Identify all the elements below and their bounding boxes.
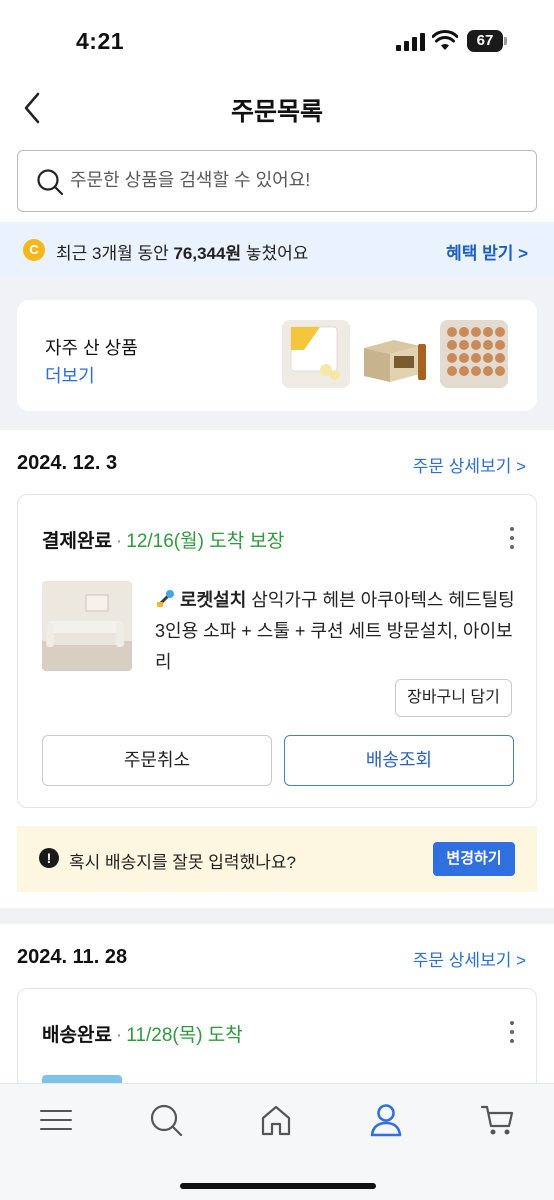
battery-level: 67 (467, 30, 503, 52)
order-status-line: 배송완료 · 11/28(목) 도착 (42, 1025, 243, 1046)
menu-icon[interactable] (38, 1102, 74, 1138)
order-status-line: 결제완료 · 12/16(월) 도착 보장 (42, 531, 285, 552)
status-bar: 4:21 67 (0, 0, 554, 80)
order-card: 결제완료 · 12/16(월) 도착 보장 로켓설치 삼익가구 헤븐 아쿠아텍스 헤… (17, 494, 537, 808)
product-name[interactable]: 로켓설치 삼익가구 헤븐 아쿠아텍스 헤드틸팅 3인용 소파 + 스툴 + 쿠션… (155, 585, 515, 678)
home-icon[interactable] (258, 1102, 294, 1138)
section-divider (0, 908, 554, 924)
order-date: 2024. 11. 28 (17, 946, 128, 968)
savings-text: 최근 3개월 동안 76,344원 놓쳤어요 (56, 239, 308, 264)
frequent-product-thumb[interactable] (282, 320, 350, 388)
order-detail-link[interactable]: 주문 상세보기 > (413, 946, 526, 971)
savings-banner[interactable]: C 최근 3개월 동안 76,344원 놓쳤어요 혜택 받기 > (0, 222, 554, 278)
frequent-title: 자주 산 상품 (45, 338, 138, 358)
status-time: 4:21 (76, 28, 125, 54)
cart-icon[interactable] (480, 1102, 516, 1138)
wifi-icon (432, 30, 458, 50)
cancel-order-button[interactable]: 주문취소 (42, 735, 272, 786)
search-box[interactable] (17, 150, 537, 212)
order-status: 결제완료 (42, 531, 112, 552)
frequent-products-card[interactable]: 자주 산 상품 더보기 (17, 300, 537, 411)
more-options-icon[interactable] (508, 1021, 516, 1045)
alert-icon: ! (39, 848, 59, 868)
search-icon[interactable] (148, 1102, 184, 1138)
savings-prefix: 최근 3개월 동안 (56, 244, 174, 263)
search-input[interactable] (70, 151, 510, 209)
battery-icon: 67 (467, 30, 507, 52)
rocket-install-badge: 로켓설치 (180, 590, 247, 610)
delivery-date: 12/16(월) 도착 보장 (126, 531, 285, 552)
order-date: 2024. 12. 3 (17, 452, 118, 474)
search-icon (37, 169, 64, 196)
header: 주문목록 (0, 80, 554, 136)
savings-amount: 76,344원 (173, 244, 242, 263)
coin-icon: C (23, 239, 45, 261)
benefit-link[interactable]: 혜택 받기 > (446, 239, 528, 264)
home-indicator (180, 1183, 376, 1189)
change-address-button[interactable]: 변경하기 (433, 842, 515, 876)
add-to-cart-button[interactable]: 장바구니 담기 (395, 679, 512, 717)
track-delivery-button[interactable]: 배송조회 (284, 735, 514, 786)
signal-icon (396, 33, 425, 51)
rocket-install-icon (157, 590, 174, 607)
warning-text: 혹시 배송지를 잘못 입력했나요? (69, 853, 296, 872)
page-title: 주문목록 (230, 98, 323, 126)
delivery-date: 11/28(목) 도착 (126, 1025, 243, 1046)
frequent-product-thumb[interactable] (440, 320, 508, 388)
order-detail-link[interactable]: 주문 상세보기 > (413, 452, 526, 477)
product-image[interactable] (42, 581, 132, 671)
savings-suffix: 놓쳤어요 (241, 244, 309, 263)
address-warning-banner: ! 혹시 배송지를 잘못 입력했나요? 변경하기 (17, 826, 537, 892)
user-icon[interactable] (368, 1102, 404, 1138)
bottom-navigation (0, 1083, 554, 1200)
frequent-product-thumb[interactable] (360, 320, 428, 388)
more-options-icon[interactable] (508, 527, 516, 551)
order-status: 배송완료 (42, 1025, 112, 1046)
frequent-more-link[interactable]: 더보기 (45, 362, 95, 388)
